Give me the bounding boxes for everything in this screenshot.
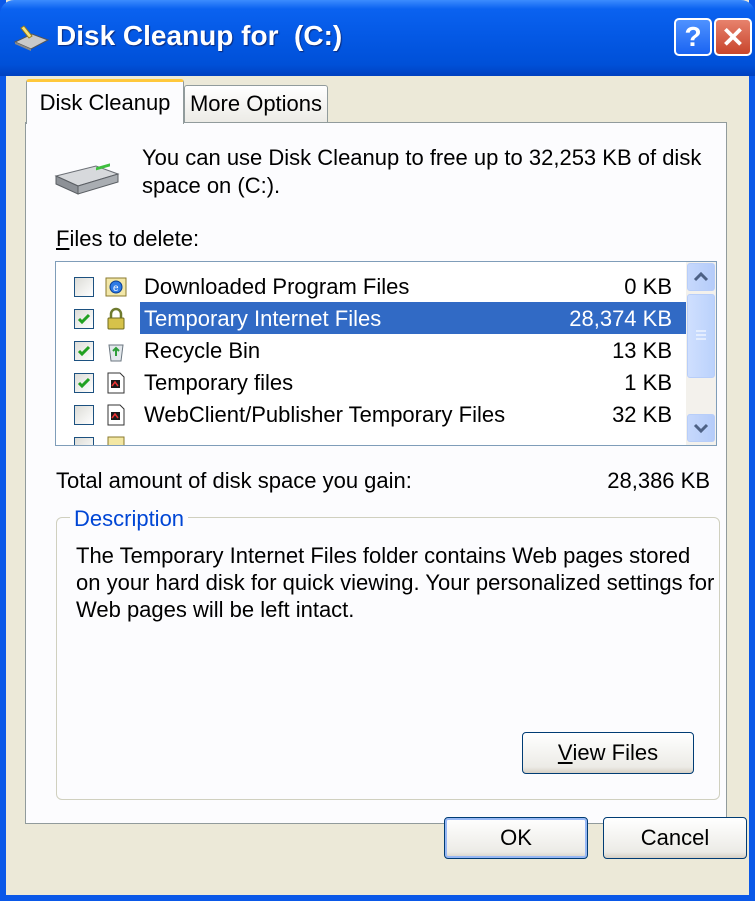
file-icon [107,436,125,445]
description-legend: Description [70,506,189,532]
file-size: 13 KB [612,338,672,363]
list-item[interactable]: WebClient/Publisher Temporary Files 32 K… [56,398,686,430]
ie-icon: e [105,277,127,297]
list-item-partial[interactable] [56,430,686,445]
list-item[interactable]: Temporary files 1 KB [56,366,686,398]
tab-disk-cleanup[interactable]: Disk Cleanup [26,79,184,124]
total-space-value: 28,386 KB [607,468,710,493]
chevron-down-icon [693,423,709,434]
checkbox[interactable] [74,277,94,297]
checkbox-checked[interactable] [74,309,94,329]
view-files-accel: V [557,740,573,765]
list-item-selected[interactable]: Temporary Internet Files 28,374 KB [56,302,686,334]
temp-file-icon [107,372,125,394]
chevron-up-icon [693,271,709,282]
view-files-label: iew Files [572,740,659,765]
check-icon [77,345,91,357]
close-button[interactable]: ✕ [714,18,752,56]
file-name: WebClient/Publisher Temporary Files [144,402,506,427]
scroll-down-button[interactable] [687,414,715,442]
list-scrollbar[interactable] [686,262,716,445]
close-icon: ✕ [721,21,745,53]
svg-text:e: e [113,283,119,294]
view-files-button[interactable]: View Files [522,732,694,774]
help-button[interactable]: ? [674,18,712,56]
file-name: Recycle Bin [144,338,261,363]
intro-text: You can use Disk Cleanup to free up to 3… [142,145,702,198]
file-name: Temporary Internet Files [144,306,382,331]
description-text: The Temporary Internet Files folder cont… [76,543,715,622]
hard-drive-icon [54,163,120,195]
temp-file-icon [107,404,125,426]
files-label-accel: F [56,226,70,251]
checkbox[interactable] [74,405,94,425]
list-item[interactable]: Recycle Bin 13 KB [56,334,686,366]
checkbox-checked[interactable] [74,341,94,361]
file-name: Temporary files [144,370,294,395]
recycle-bin-icon [108,344,124,362]
title-bar[interactable]: Disk Cleanup for (C:) ? ✕ [0,0,755,76]
file-size: 0 KB [624,274,672,299]
checkbox[interactable] [74,437,94,445]
help-icon: ? [684,21,702,52]
disk-cleanup-icon [13,25,50,51]
window-title: Disk Cleanup for (C:) [56,20,343,51]
check-icon [77,377,91,389]
tab-more-options[interactable]: More Options [184,85,328,122]
file-name: Downloaded Program Files [144,274,410,299]
lock-icon [107,307,125,330]
cancel-button[interactable]: Cancel [603,817,747,859]
check-icon [77,313,91,325]
checkbox-checked[interactable] [74,373,94,393]
file-size: 32 KB [612,402,672,427]
files-list[interactable]: e Downloaded Program Files 0 KB Temporar… [55,261,717,446]
files-to-delete-label: Files to delete: [56,226,199,252]
scroll-thumb[interactable] [687,294,715,378]
list-item[interactable]: e Downloaded Program Files 0 KB [56,270,686,302]
ok-button[interactable]: OK [444,817,588,859]
total-space-label: Total amount of disk space you gain: [56,468,412,493]
grip-icon [696,330,706,340]
files-label-rest: iles to delete: [69,226,200,251]
file-size: 28,374 KB [569,306,672,331]
file-size: 1 KB [624,370,672,395]
scroll-up-button[interactable] [687,263,715,291]
